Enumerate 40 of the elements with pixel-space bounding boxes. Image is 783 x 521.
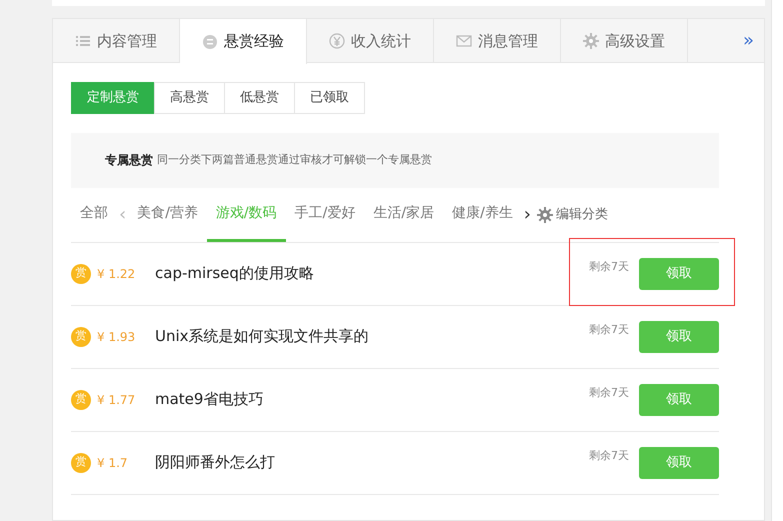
settings-icon — [583, 33, 599, 49]
yen-icon — [329, 33, 345, 49]
category-tab[interactable]: 健康/养生 — [443, 187, 522, 242]
more-tabs-button[interactable]: » — [732, 19, 764, 62]
task-title[interactable]: 阴阳师番外怎么打 — [155, 451, 589, 474]
task-title[interactable]: cap-mirseq的使用攻略 — [155, 262, 589, 285]
chevron-right-icon[interactable]: › — [522, 201, 533, 228]
filter-tab[interactable]: 已领取 — [294, 82, 365, 114]
list-icon — [75, 33, 91, 49]
reward-price: ¥ 1.93 — [97, 328, 136, 346]
reward-badge-icon: 赏 — [71, 390, 91, 410]
notice-text: 同一分类下两篇普通悬赏通过审核才可解锁一个专属悬赏 — [157, 152, 432, 168]
coin-icon — [202, 34, 218, 50]
remaining-time: 剩余7天 — [589, 384, 629, 400]
nav-tab[interactable]: 悬赏经验 — [180, 19, 307, 64]
filter-tab[interactable]: 高悬赏 — [154, 82, 225, 114]
reward-badge-icon: 赏 — [71, 264, 91, 284]
edit-categories-button[interactable]: 编辑分类 — [533, 204, 612, 224]
remaining-time: 剩余7天 — [589, 448, 629, 464]
settings-icon — [537, 206, 553, 222]
reward-badge-icon: 赏 — [71, 452, 91, 472]
task-title[interactable]: Unix系统是如何实现文件共享的 — [155, 325, 589, 348]
reward-price: ¥ 1.77 — [97, 392, 136, 408]
category-tab[interactable]: 全部 — [71, 187, 117, 242]
category-tab[interactable]: 美食/营养 — [128, 187, 207, 242]
mail-icon — [456, 33, 472, 49]
task-title[interactable]: mate9省电技巧 — [155, 388, 589, 411]
reward-price: ¥ 1.7 — [97, 454, 129, 472]
filter-tab[interactable]: 定制悬赏 — [71, 82, 155, 114]
category-tab[interactable]: 手工/爱好 — [286, 187, 364, 242]
nav-tab[interactable]: 消息管理 — [434, 19, 561, 63]
nav-tab[interactable]: 高级设置 — [561, 19, 688, 63]
remaining-time: 剩余7天 — [589, 322, 629, 338]
filter-tab[interactable]: 低悬赏 — [224, 82, 295, 114]
category-tab[interactable]: 生活/家居 — [364, 187, 444, 242]
remaining-time: 剩余7天 — [589, 258, 629, 274]
nav-tab[interactable]: 收入统计 — [307, 19, 434, 63]
reward-badge-icon: 赏 — [71, 326, 91, 346]
notice-title: 专属悬赏 — [105, 152, 153, 169]
reward-price: ¥ 1.22 — [97, 266, 136, 282]
